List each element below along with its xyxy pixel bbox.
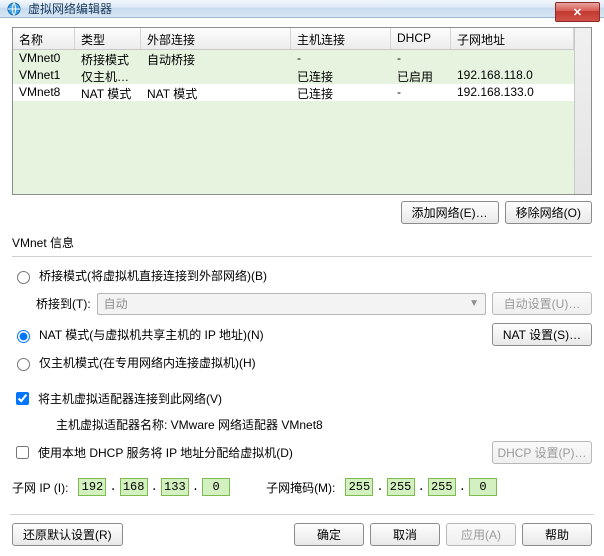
restore-defaults-button[interactable]: 还原默认设置(R) [12, 523, 123, 546]
ip-octet[interactable]: 192 [78, 478, 106, 496]
cell-host: 已连接 [291, 84, 391, 101]
table-body: VMnet0桥接模式自动桥接--VMnet1仅主机…已连接已启用192.168.… [13, 50, 574, 194]
bridge-to-select[interactable]: 自动 ▼ [97, 293, 486, 315]
close-button[interactable]: ✕ [555, 2, 600, 22]
network-table: 名称 类型 外部连接 主机连接 DHCP 子网地址 VMnet0桥接模式自动桥接… [12, 27, 592, 195]
th-ext[interactable]: 外部连接 [141, 28, 291, 49]
help-button[interactable]: 帮助 [522, 523, 592, 546]
bridge-to-label: 桥接到(T): [36, 295, 91, 312]
table-row[interactable]: VMnet0桥接模式自动桥接-- [13, 50, 574, 67]
cell-name: VMnet8 [13, 84, 75, 101]
mask-octet[interactable]: 255 [345, 478, 373, 496]
vmnet-info-label: VMnet 信息 [12, 234, 592, 251]
table-row[interactable]: VMnet1仅主机… 已连接已启用192.168.118.0 [13, 67, 574, 84]
close-icon: ✕ [573, 6, 582, 19]
cell-name: VMnet1 [13, 67, 75, 84]
cell-ext: NAT 模式 [141, 84, 291, 101]
subnet-ip-input[interactable]: 192. 168. 133. 0 [74, 476, 234, 498]
cell-subnet: 192.168.118.0 [451, 67, 574, 84]
cell-type: 仅主机… [75, 67, 141, 84]
checkbox-use-dhcp-label: 使用本地 DHCP 服务将 IP 地址分配给虚拟机(D) [38, 444, 293, 461]
th-name[interactable]: 名称 [13, 28, 75, 49]
adapter-name-text: 主机虚拟适配器名称: VMware 网络适配器 VMnet8 [56, 416, 592, 433]
th-host[interactable]: 主机连接 [291, 28, 391, 49]
cell-dhcp: - [391, 84, 451, 101]
cell-subnet: 192.168.133.0 [451, 84, 574, 101]
cell-subnet [451, 50, 574, 67]
apply-button[interactable]: 应用(A) [446, 523, 516, 546]
radio-bridged-label: 桥接模式(将虚拟机直接连接到外部网络)(B) [39, 267, 267, 284]
ok-button[interactable]: 确定 [294, 523, 364, 546]
radio-nat[interactable] [17, 330, 30, 343]
th-dhcp[interactable]: DHCP [391, 28, 451, 49]
titlebar: 虚拟网络编辑器 ✕ [0, 0, 604, 18]
th-subnet[interactable]: 子网地址 [451, 28, 574, 49]
divider [12, 256, 592, 257]
ip-octet[interactable]: 133 [161, 478, 189, 496]
cell-ext: 自动桥接 [141, 50, 291, 67]
table-row[interactable]: VMnet8NAT 模式NAT 模式已连接-192.168.133.0 [13, 84, 574, 101]
cell-dhcp: 已启用 [391, 67, 451, 84]
mask-octet[interactable]: 255 [387, 478, 415, 496]
cancel-button[interactable]: 取消 [370, 523, 440, 546]
chevron-down-icon: ▼ [469, 298, 479, 309]
checkbox-connect-adapter-label: 将主机虚拟适配器连接到此网络(V) [38, 390, 222, 407]
mask-octet[interactable]: 255 [428, 478, 456, 496]
window-title: 虚拟网络编辑器 [28, 0, 112, 17]
subnet-ip-label: 子网 IP (I): [12, 479, 68, 496]
remove-network-button[interactable]: 移除网络(O) [505, 201, 592, 224]
cell-host: 已连接 [291, 67, 391, 84]
table-scrollbar[interactable] [574, 28, 591, 194]
checkbox-connect-adapter[interactable] [16, 392, 29, 405]
cell-type: NAT 模式 [75, 84, 141, 101]
auto-settings-button[interactable]: 自动设置(U)… [492, 292, 592, 315]
radio-hostonly-label: 仅主机模式(在专用网络内连接虚拟机)(H) [39, 354, 256, 371]
cell-ext [141, 67, 291, 84]
bridge-to-value: 自动 [104, 295, 128, 312]
table-header: 名称 类型 外部连接 主机连接 DHCP 子网地址 [13, 28, 574, 50]
window: 虚拟网络编辑器 ✕ 名称 类型 外部连接 主机连接 DHCP 子网地址 VMne… [0, 0, 604, 537]
radio-nat-label: NAT 模式(与虚拟机共享主机的 IP 地址)(N) [39, 326, 264, 343]
dialog-footer: 还原默认设置(R) 确定 取消 应用(A) 帮助 [12, 523, 592, 546]
cell-name: VMnet0 [13, 50, 75, 67]
client-area: 名称 类型 外部连接 主机连接 DHCP 子网地址 VMnet0桥接模式自动桥接… [0, 18, 604, 556]
th-type[interactable]: 类型 [75, 28, 141, 49]
add-network-button[interactable]: 添加网络(E)… [401, 201, 499, 224]
cell-dhcp: - [391, 50, 451, 67]
cell-host: - [291, 50, 391, 67]
checkbox-use-dhcp[interactable] [16, 446, 29, 459]
subnet-mask-label: 子网掩码(M): [266, 479, 335, 496]
radio-hostonly[interactable] [17, 358, 30, 371]
dhcp-settings-button[interactable]: DHCP 设置(P)… [492, 441, 592, 464]
cell-type: 桥接模式 [75, 50, 141, 67]
radio-bridged[interactable] [17, 271, 30, 284]
ip-octet[interactable]: 0 [202, 478, 230, 496]
subnet-mask-input[interactable]: 255. 255. 255. 0 [341, 476, 501, 498]
divider [10, 514, 594, 515]
nat-settings-button[interactable]: NAT 设置(S)… [492, 323, 592, 346]
mask-octet[interactable]: 0 [469, 478, 497, 496]
app-icon [6, 1, 22, 17]
ip-octet[interactable]: 168 [120, 478, 148, 496]
